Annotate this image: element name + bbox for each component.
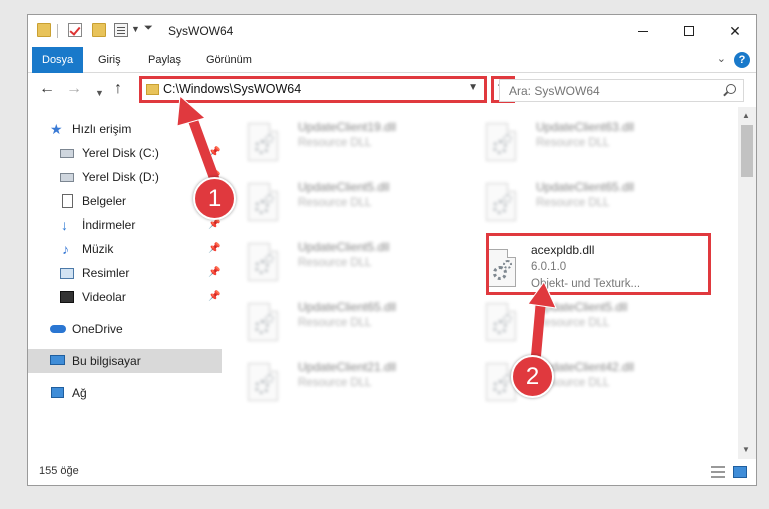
arrow-2 — [527, 281, 557, 361]
annotation-layer — [176, 94, 557, 361]
arrow-1 — [176, 94, 219, 183]
step-1-badge: 1 — [193, 177, 236, 220]
step-2-badge: 2 — [511, 355, 554, 398]
